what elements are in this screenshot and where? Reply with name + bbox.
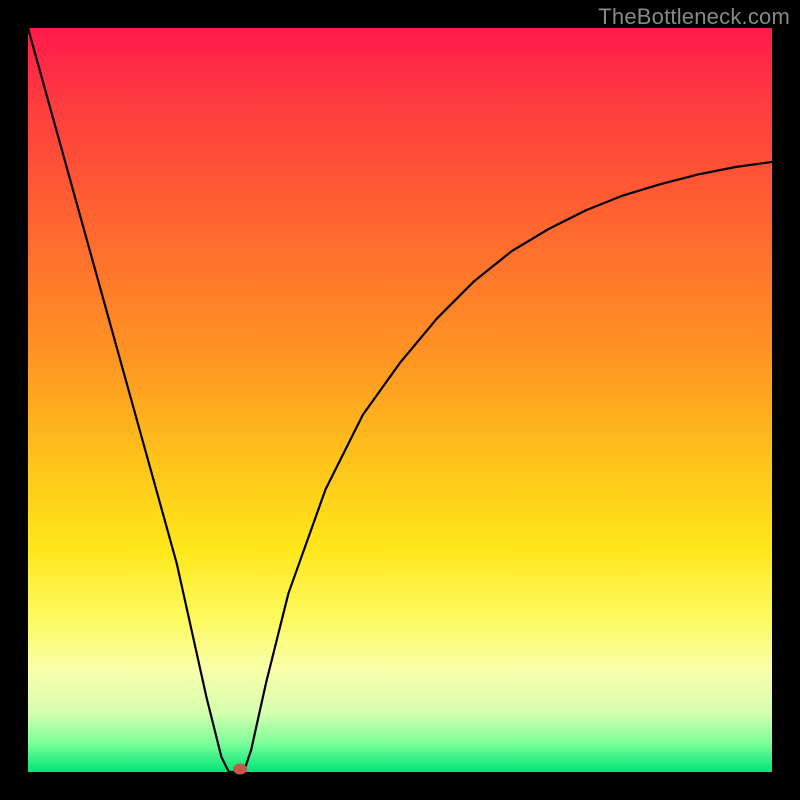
bottleneck-curve <box>28 28 772 772</box>
min-dot <box>233 764 247 775</box>
chart-frame: TheBottleneck.com <box>0 0 800 800</box>
watermark-text: TheBottleneck.com <box>598 4 790 30</box>
chart-curve-layer <box>28 28 772 772</box>
